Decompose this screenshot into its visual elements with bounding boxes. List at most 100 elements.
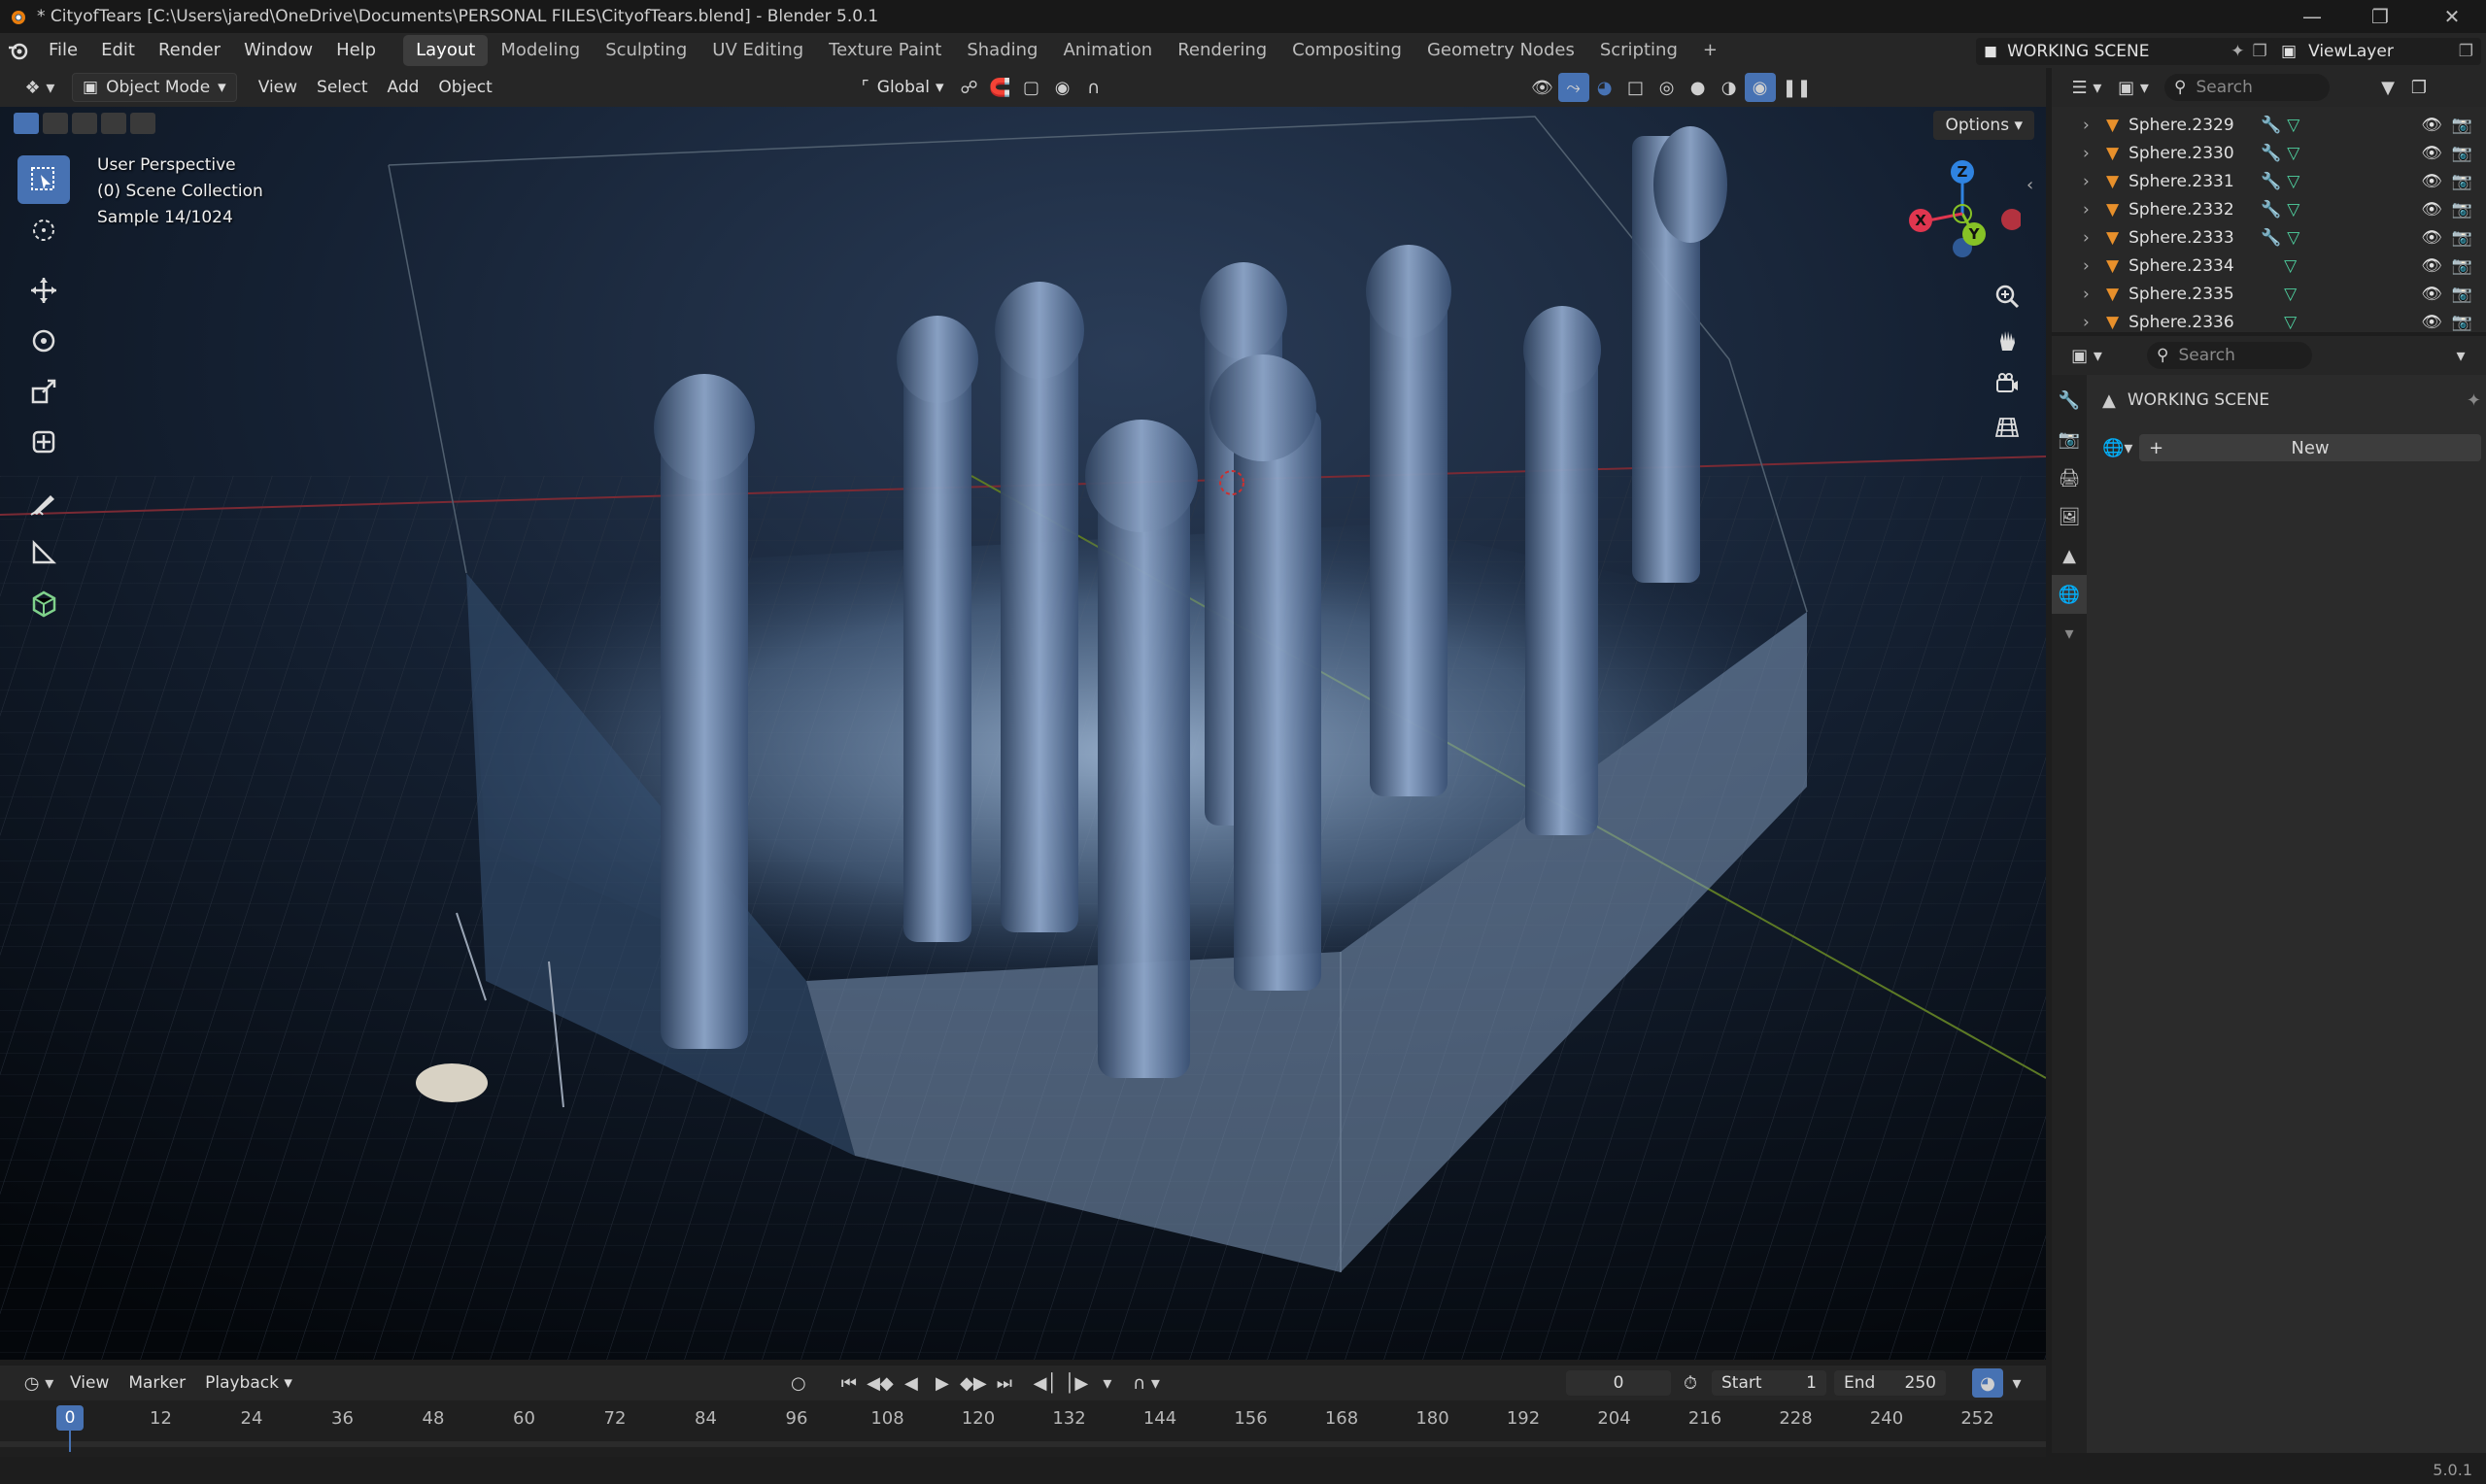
menu-window[interactable]: Window <box>232 33 324 68</box>
timeline-menu-view[interactable]: View <box>60 1368 119 1398</box>
select-intersect-icon[interactable] <box>130 113 155 134</box>
mesh-data-icon[interactable]: ▽ <box>2287 144 2299 163</box>
expand-arrow-icon[interactable]: › <box>2083 285 2096 304</box>
scene-tab-icon[interactable]: ▲ <box>2052 536 2087 575</box>
overlay-toggle-icon[interactable]: ◕ <box>1589 73 1620 102</box>
menu-add[interactable]: Add <box>378 73 429 102</box>
tab-shading[interactable]: Shading <box>954 35 1050 66</box>
outliner-row[interactable]: › ▼ Sphere.2333 🔧 ▽ 👁 📷 <box>2052 223 2486 252</box>
outliner-row[interactable]: › ▼ Sphere.2330 🔧 ▽ 👁 📷 <box>2052 139 2486 167</box>
new-collection-icon[interactable]: ❐ <box>2403 73 2435 102</box>
xray-icon[interactable]: □ <box>1620 73 1652 102</box>
expand-arrow-icon[interactable]: › <box>2083 256 2096 276</box>
timeline-scrollbar[interactable] <box>0 1441 2046 1447</box>
gizmo-y-axis[interactable]: Y <box>1962 222 1986 246</box>
keyframe-next-icon[interactable]: │▶ <box>1061 1368 1092 1398</box>
render-camera-icon[interactable]: 📷 <box>2452 172 2472 191</box>
outliner-row[interactable]: › ▼ Sphere.2334 ▽ 👁 📷 <box>2052 252 2486 280</box>
jump-keyframe-back-icon[interactable]: ◀◆ <box>865 1368 896 1398</box>
wireframe-shading-icon[interactable]: ◎ <box>1652 73 1683 102</box>
render-camera-icon[interactable]: 📷 <box>2452 228 2472 248</box>
render-camera-icon[interactable]: 📷 <box>2452 313 2472 332</box>
select-new-icon[interactable] <box>14 113 39 134</box>
timeline-overlay-dropdown-icon[interactable]: ▾ <box>2001 1368 2032 1398</box>
snap-icon[interactable]: 🧲 <box>985 73 1016 102</box>
tab-layout[interactable]: Layout <box>403 35 489 66</box>
tab-uv-editing[interactable]: UV Editing <box>699 35 816 66</box>
visibility-eye-icon[interactable]: 👁 <box>2421 285 2442 304</box>
proportional-edit-icon[interactable]: ◉ <box>1047 73 1078 102</box>
mesh-data-icon[interactable]: ▽ <box>2284 285 2297 304</box>
close-window-icon[interactable]: ✕ <box>2418 0 2486 33</box>
tab-scripting[interactable]: Scripting <box>1587 35 1690 66</box>
menu-file[interactable]: File <box>37 33 89 68</box>
pan-hand-icon[interactable] <box>1988 320 2026 359</box>
minimize-icon[interactable]: — <box>2278 0 2346 33</box>
timeline-menu-marker[interactable]: Marker <box>119 1368 195 1398</box>
render-camera-icon[interactable]: 📷 <box>2452 285 2472 304</box>
filter-icon[interactable]: ▼ <box>2372 73 2403 102</box>
mesh-data-icon[interactable]: ▽ <box>2284 313 2297 332</box>
world-browse-icon[interactable]: 🌐▾ <box>2102 434 2139 461</box>
render-camera-icon[interactable]: 📷 <box>2452 144 2472 163</box>
tab-texture-paint[interactable]: Texture Paint <box>816 35 954 66</box>
view-layer-tab-icon[interactable]: 🖼 <box>2052 497 2087 536</box>
mesh-data-icon[interactable]: ▽ <box>2287 116 2299 135</box>
keyframe-prev-icon[interactable]: ◀│ <box>1030 1368 1061 1398</box>
play-reverse-icon[interactable]: ◀ <box>896 1368 927 1398</box>
modifier-wrench-icon[interactable]: 🔧 <box>2261 144 2281 163</box>
add-cube-tool-icon[interactable] <box>17 579 70 627</box>
expand-arrow-icon[interactable]: › <box>2083 144 2096 163</box>
jump-end-icon[interactable]: ⏭ <box>989 1368 1020 1398</box>
modifier-wrench-icon[interactable]: 🔧 <box>2261 200 2281 219</box>
zoom-icon[interactable] <box>1988 277 2026 316</box>
visibility-eye-icon[interactable]: 👁 <box>2421 256 2442 276</box>
mesh-data-icon[interactable]: ▽ <box>2284 256 2297 276</box>
expand-arrow-icon[interactable]: › <box>2083 116 2096 135</box>
pivot-icon[interactable]: ☍ <box>954 73 985 102</box>
select-invert-icon[interactable] <box>101 113 126 134</box>
start-frame-field[interactable]: Start 1 <box>1712 1370 1826 1396</box>
current-frame-field[interactable]: 0 <box>1566 1370 1671 1396</box>
render-camera-icon[interactable]: 📷 <box>2452 116 2472 135</box>
timeline-overlay-icon[interactable]: ◕ <box>1972 1368 2003 1398</box>
material-shading-icon[interactable]: ◑ <box>1714 73 1745 102</box>
visibility-eye-icon[interactable]: 👁 <box>2421 172 2442 191</box>
preview-range-icon[interactable]: ⏱ <box>1675 1368 1706 1398</box>
outliner-row[interactable]: › ▼ Sphere.2335 ▽ 👁 📷 <box>2052 280 2486 308</box>
navigation-gizmo[interactable]: Z Y X <box>1904 155 2023 272</box>
visibility-eye-icon[interactable]: 👁 <box>2421 144 2442 163</box>
menu-view[interactable]: View <box>249 73 307 102</box>
select-extend-icon[interactable] <box>43 113 68 134</box>
tab-compositing[interactable]: Compositing <box>1279 35 1414 66</box>
scene-selector[interactable]: ◼ WORKING SCENE ✦ ❐ ✕ <box>1976 38 2297 65</box>
tool-tab-icon[interactable]: 🔧 <box>2052 381 2087 420</box>
end-frame-field[interactable]: End 250 <box>1834 1370 1946 1396</box>
gizmo-z-axis[interactable]: Z <box>1951 160 1974 184</box>
gizmo-x-axis[interactable]: X <box>1909 209 1932 232</box>
outliner-search[interactable]: ⚲ Search <box>2164 74 2330 101</box>
expand-arrow-icon[interactable]: › <box>2083 228 2096 248</box>
measure-tool-icon[interactable] <box>17 528 70 577</box>
jump-start-icon[interactable]: ⏮ <box>834 1368 865 1398</box>
snap-target-icon[interactable]: ▢ <box>1016 73 1047 102</box>
tab-modeling[interactable]: Modeling <box>488 35 593 66</box>
annotate-tool-icon[interactable] <box>17 478 70 526</box>
transform-orientation-dropdown[interactable]: ⌜ Global ▾ <box>852 73 954 102</box>
select-box-tool-icon[interactable] <box>17 155 70 204</box>
cursor-tool-icon[interactable] <box>17 206 70 254</box>
mesh-data-icon[interactable]: ▽ <box>2287 200 2299 219</box>
timeline-menu-playback[interactable]: Playback ▾ <box>195 1368 302 1398</box>
auto-keying-icon[interactable]: ○ <box>783 1368 814 1398</box>
display-mode-icon[interactable]: ▣ ▾ <box>2112 73 2155 102</box>
modifier-wrench-icon[interactable]: 🔧 <box>2261 116 2281 135</box>
tab-animation[interactable]: Animation <box>1050 35 1165 66</box>
world-tab-icon[interactable]: 🌐 <box>2052 575 2087 614</box>
tab-sculpting[interactable]: Sculpting <box>593 35 699 66</box>
pause-render-icon[interactable]: ❚❚ <box>1782 73 1813 102</box>
rendered-shading-icon[interactable]: ◉ <box>1744 73 1776 102</box>
rotate-tool-icon[interactable] <box>17 317 70 365</box>
outliner-row[interactable]: › ▼ Sphere.2336 ▽ 👁 📷 <box>2052 308 2486 336</box>
solid-shading-icon[interactable]: ● <box>1683 73 1714 102</box>
camera-view-icon[interactable] <box>1988 364 2026 403</box>
